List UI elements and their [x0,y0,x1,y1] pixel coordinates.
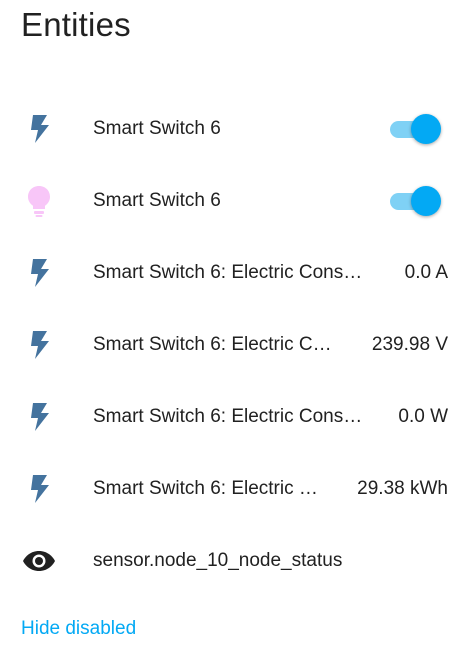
entity-state: 0.0 W [398,406,448,427]
entity-state: 239.98 V [371,334,448,355]
toggle-knob [411,186,441,216]
eye-icon [22,544,56,578]
entity-name: Smart Switch 6: Electric … [93,478,318,499]
card-title: Entities [21,6,131,43]
flash-icon [22,328,56,362]
entity-name: Smart Switch 6 [93,190,221,211]
flash-icon [22,400,56,434]
entity-name: Smart Switch 6 [93,118,221,139]
hide-disabled-link[interactable]: Hide disabled [21,618,136,640]
entity-row[interactable]: Smart Switch 6 [0,109,469,149]
entity-row[interactable]: Smart Switch 6: Electric Cons… 0.0 A [0,253,469,293]
entity-name: Smart Switch 6: Electric Cons… [93,406,363,427]
flash-icon [22,472,56,506]
entity-toggle[interactable] [388,184,442,218]
entity-row[interactable]: Smart Switch 6: Electric Cons… 0.0 W [0,397,469,437]
entity-row[interactable]: Smart Switch 6: Electric C… 239.98 V [0,325,469,365]
entity-toggle[interactable] [388,112,442,146]
entity-row[interactable]: Smart Switch 6 [0,181,469,221]
entity-name: Smart Switch 6: Electric C… [93,334,332,355]
toggle-knob [411,114,441,144]
entity-row[interactable]: sensor.node_10_node_status [0,541,469,581]
entity-name: sensor.node_10_node_status [93,550,343,571]
entity-row[interactable]: Smart Switch 6: Electric … 29.38 kWh [0,469,469,509]
flash-icon [22,256,56,290]
entity-state: 0.0 A [404,262,448,283]
entity-state: 29.38 kWh [357,478,448,499]
flash-icon [22,112,56,146]
entities-card: Entities Smart Switch 6 Smart Switch 6 S… [0,0,469,660]
lightbulb-icon [22,184,56,218]
entity-name: Smart Switch 6: Electric Cons… [93,262,363,283]
